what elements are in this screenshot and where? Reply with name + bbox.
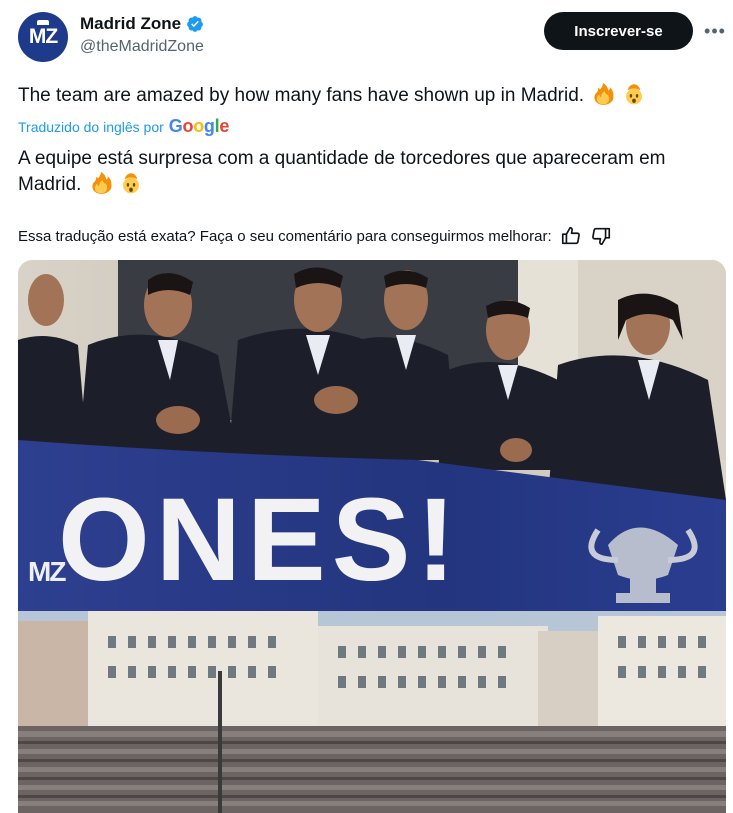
avatar-text: MZ	[28, 25, 58, 48]
avatar[interactable]: MZ	[18, 12, 68, 62]
thumbs-up-icon[interactable]	[560, 225, 582, 247]
fire-emoji-icon	[594, 83, 614, 105]
handle[interactable]: @theMadridZone	[80, 38, 204, 56]
players-balcony-photo[interactable]: ONES!	[18, 260, 726, 611]
mz-watermark: MZ	[28, 556, 66, 587]
translated-by-row: Traduzido do inglês por Google	[18, 116, 229, 137]
translation-text: A equipe está surpresa com a quantidade …	[18, 146, 728, 198]
verified-badge-icon	[187, 16, 203, 32]
tweet-body: The team are amazed by how many fans hav…	[18, 85, 585, 106]
translated-label[interactable]: Traduzido do inglês por	[18, 119, 164, 135]
google-logo: Google	[168, 116, 230, 136]
crown-icon	[37, 20, 49, 25]
banner-text: ONES!	[58, 474, 462, 606]
subscribe-button[interactable]: Inscrever-se	[544, 12, 693, 50]
exploding-head-emoji-icon	[625, 84, 642, 105]
display-name[interactable]: Madrid Zone	[80, 14, 181, 34]
name-row: Madrid Zone	[80, 14, 204, 34]
crowd-plaza-photo[interactable]	[18, 611, 726, 813]
translation-feedback-row: Essa tradução está exata? Faça o seu com…	[18, 225, 718, 247]
fire-emoji-icon	[92, 172, 112, 194]
feedback-question: Essa tradução está exata? Faça o seu com…	[18, 227, 552, 245]
thumbs-down-icon[interactable]	[590, 225, 612, 247]
tweet-header: MZ Madrid Zone @theMadridZone Inscrever-…	[18, 10, 725, 62]
tweet-text: The team are amazed by how many fans hav…	[18, 83, 723, 109]
exploding-head-emoji-icon	[122, 173, 139, 194]
translation-body: A equipe está surpresa com a quantidade …	[18, 148, 666, 195]
tweet-media[interactable]: ONES! MZ	[18, 260, 726, 813]
more-options-icon[interactable]: •••	[702, 18, 728, 44]
